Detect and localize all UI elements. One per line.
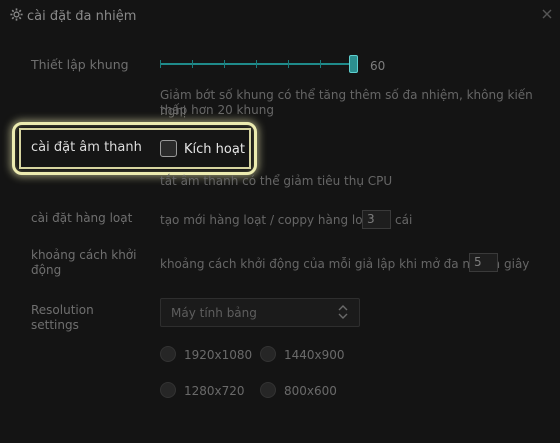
resolution-radio-1920x1080[interactable] bbox=[160, 346, 176, 362]
startup-interval-unit: giây bbox=[504, 257, 530, 271]
resolution-option-1280x720[interactable]: 1280x720 bbox=[184, 384, 245, 398]
audio-setting-label: cài đặt âm thanh bbox=[31, 140, 142, 155]
resolution-label-line2: settings bbox=[31, 318, 79, 332]
batch-description: tạo mới hàng loạt / coppy hàng loạt bbox=[160, 213, 375, 227]
startup-interval-label-line2: động bbox=[31, 263, 62, 277]
window-title-bar: cài đặt đa nhiệm bbox=[10, 8, 136, 25]
resolution-label-line1: Resolution bbox=[31, 303, 94, 317]
batch-setting-label: cài đặt hàng loạt bbox=[31, 211, 133, 225]
resolution-radio-1440x900[interactable] bbox=[260, 346, 276, 362]
gear-icon bbox=[10, 8, 23, 25]
startup-interval-description: khoảng cách khởi động của mỗi giả lập kh… bbox=[160, 257, 501, 271]
frame-description-line2: thấp hơn 20 khung bbox=[160, 103, 274, 117]
audio-description: tắt âm thanh có thể giảm tiêu thụ CPU bbox=[160, 174, 393, 188]
resolution-radio-1280x720[interactable] bbox=[160, 382, 176, 398]
resolution-option-1920x1080[interactable]: 1920x1080 bbox=[184, 348, 252, 362]
audio-enable-label[interactable]: Kích hoạt bbox=[184, 142, 245, 157]
startup-interval-input[interactable]: 5 bbox=[469, 253, 498, 272]
frame-slider-track[interactable] bbox=[160, 60, 354, 68]
chevron-up-down-icon bbox=[338, 304, 348, 320]
window-title: cài đặt đa nhiệm bbox=[27, 9, 137, 24]
frame-setting-label: Thiết lập khung bbox=[31, 57, 129, 72]
resolution-dropdown-value: Máy tính bảng bbox=[171, 306, 257, 320]
startup-interval-label-line1: khoảng cách khởi bbox=[31, 248, 137, 262]
batch-unit: cái bbox=[395, 213, 413, 227]
resolution-option-800x600[interactable]: 800x600 bbox=[284, 384, 337, 398]
resolution-radio-800x600[interactable] bbox=[260, 382, 276, 398]
resolution-option-1440x900[interactable]: 1440x900 bbox=[284, 348, 345, 362]
frame-slider-value: 60 bbox=[370, 59, 386, 73]
batch-count-input[interactable]: 3 bbox=[362, 210, 391, 229]
frame-slider-handle[interactable] bbox=[349, 55, 358, 73]
close-icon[interactable] bbox=[540, 6, 554, 20]
audio-enable-checkbox[interactable] bbox=[160, 140, 177, 157]
